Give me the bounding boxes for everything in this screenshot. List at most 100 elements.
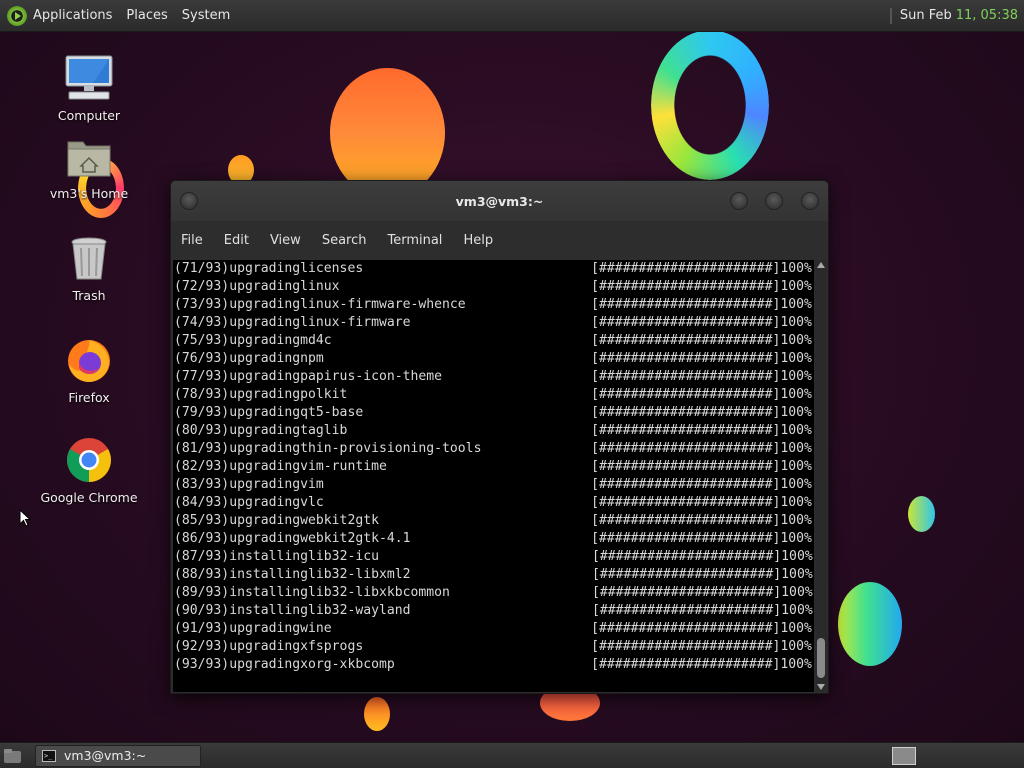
line-number: (83/93): [174, 477, 230, 492]
line-progress-bar: [######################]: [591, 531, 781, 546]
taskbar-item-terminal[interactable]: >_ vm3@vm3:~: [35, 744, 201, 767]
line-progress-bar: [######################]: [591, 423, 781, 438]
menu-help[interactable]: Help: [463, 233, 493, 248]
computer-icon: [65, 55, 113, 100]
decorative-ring: [651, 30, 769, 180]
terminal-line: (85/93) upgrading webkit2gtk [#############…: [174, 512, 814, 530]
terminal-line: (92/93) upgrading xfsprogs [###############…: [174, 638, 814, 656]
line-percent: 100%: [780, 333, 812, 348]
line-number: (73/93): [174, 297, 230, 312]
desktop-icon-label: vm3's Home: [49, 186, 129, 201]
chrome-icon: [67, 438, 111, 482]
system-menu[interactable]: System: [182, 8, 230, 23]
terminal-line: (87/93) installing lib32-icu [#############…: [174, 548, 814, 566]
clock-date: Sun Feb: [899, 8, 952, 23]
terminal-menubar: File Edit View Search Terminal Help: [171, 221, 828, 259]
close-button[interactable]: [801, 192, 819, 210]
menu-logo-icon[interactable]: [7, 5, 27, 26]
line-progress-bar: [######################]: [591, 387, 781, 402]
line-action: installing: [229, 603, 309, 618]
scroll-up-arrow-icon[interactable]: [817, 262, 825, 268]
line-progress-bar: [######################]: [591, 459, 781, 474]
desktop-icon-firefox[interactable]: Firefox: [34, 336, 144, 405]
desktop-icon-chrome[interactable]: Google Chrome: [34, 436, 144, 505]
line-progress-bar: [######################]: [591, 405, 781, 420]
terminal-scrollbar[interactable]: [815, 260, 827, 692]
line-package: taglib: [300, 423, 348, 438]
line-number: (72/93): [174, 279, 230, 294]
maximize-button[interactable]: [765, 192, 783, 210]
line-package: qt5-base: [300, 405, 364, 420]
line-progress-bar: [######################]: [591, 657, 781, 672]
line-package: thin-provisioning-tools: [300, 441, 482, 456]
terminal-line: (77/93) upgrading papirus-icon-theme [#####…: [174, 368, 814, 386]
scroll-thumb[interactable]: [817, 638, 825, 678]
scroll-down-arrow-icon[interactable]: [817, 684, 825, 690]
line-percent: 100%: [780, 279, 812, 294]
line-number: (90/93): [174, 603, 230, 618]
line-action: upgrading: [229, 279, 301, 294]
line-package: lib32-libxkbcommon: [308, 585, 450, 600]
line-progress-bar: [######################]: [591, 315, 781, 330]
decorative-green-blue-orb: [838, 582, 902, 666]
line-package: xfsprogs: [300, 639, 364, 654]
menu-terminal[interactable]: Terminal: [387, 233, 442, 248]
menu-edit[interactable]: Edit: [224, 233, 249, 248]
terminal-output[interactable]: (71/93) upgrading licenses [###############…: [173, 260, 814, 692]
line-action: upgrading: [229, 423, 301, 438]
line-package: wine: [300, 621, 332, 636]
minimize-button[interactable]: [730, 192, 748, 210]
terminal-line: (79/93) upgrading qt5-base [###############…: [174, 404, 814, 422]
line-number: (74/93): [174, 315, 230, 330]
clock[interactable]: Sun Feb 11, 05:38: [889, 7, 1018, 24]
desktop-icon-label: Firefox: [68, 390, 110, 405]
home-folder-icon: [67, 141, 111, 177]
menu-file[interactable]: File: [181, 233, 203, 248]
line-percent: 100%: [781, 549, 813, 564]
window-menu-button[interactable]: [180, 192, 198, 210]
line-percent: 100%: [780, 315, 812, 330]
line-action: upgrading: [229, 315, 301, 330]
desktop-icon-home[interactable]: vm3's Home: [34, 136, 144, 201]
line-action: upgrading: [229, 351, 301, 366]
line-progress-bar: [######################]: [591, 297, 781, 312]
window-titlebar[interactable]: vm3@vm3:~: [171, 181, 828, 221]
decorative-teal-orb: [908, 496, 935, 532]
line-progress-bar: [######################]: [591, 639, 781, 654]
line-number: (76/93): [174, 351, 230, 366]
firefox-icon: [68, 340, 110, 382]
panel-separator: [889, 7, 892, 24]
terminal-icon: >_: [42, 749, 56, 762]
desktop-icon-label: Trash: [72, 288, 106, 303]
menu-view[interactable]: View: [270, 233, 301, 248]
desktop-icon-computer[interactable]: Computer: [34, 54, 144, 123]
line-action: upgrading: [229, 405, 301, 420]
line-percent: 100%: [780, 387, 812, 402]
line-progress-bar: [######################]: [591, 279, 781, 294]
line-progress-bar: [######################]: [591, 351, 781, 366]
line-progress-bar: [######################]: [591, 477, 781, 492]
workspace-switcher[interactable]: [892, 747, 916, 765]
menu-search[interactable]: Search: [322, 233, 367, 248]
desktop-icon-trash[interactable]: Trash: [34, 236, 144, 303]
line-number: (78/93): [174, 387, 230, 402]
line-number: (77/93): [174, 369, 230, 384]
window-title: vm3@vm3:~: [455, 193, 544, 209]
line-package: webkit2gtk-4.1: [300, 531, 411, 546]
terminal-line: (71/93) upgrading licenses [###############…: [174, 260, 814, 278]
line-progress-bar: [######################]: [591, 549, 782, 564]
line-action: upgrading: [229, 513, 301, 528]
terminal-lines: (71/93) upgrading licenses [###############…: [173, 260, 814, 674]
terminal-line: (93/93) upgrading xorg-xkbcomp [###########…: [174, 656, 814, 674]
line-progress-bar: [######################]: [591, 603, 782, 618]
line-package: npm: [300, 351, 324, 366]
show-desktop-icon[interactable]: [3, 747, 23, 765]
line-action: upgrading: [229, 621, 301, 636]
line-action: upgrading: [229, 657, 301, 672]
line-progress-bar: [######################]: [591, 441, 781, 456]
line-percent: 100%: [780, 513, 812, 528]
line-action: installing: [229, 567, 309, 582]
line-number: (75/93): [174, 333, 230, 348]
applications-menu[interactable]: Applications: [33, 8, 112, 23]
places-menu[interactable]: Places: [126, 8, 167, 23]
